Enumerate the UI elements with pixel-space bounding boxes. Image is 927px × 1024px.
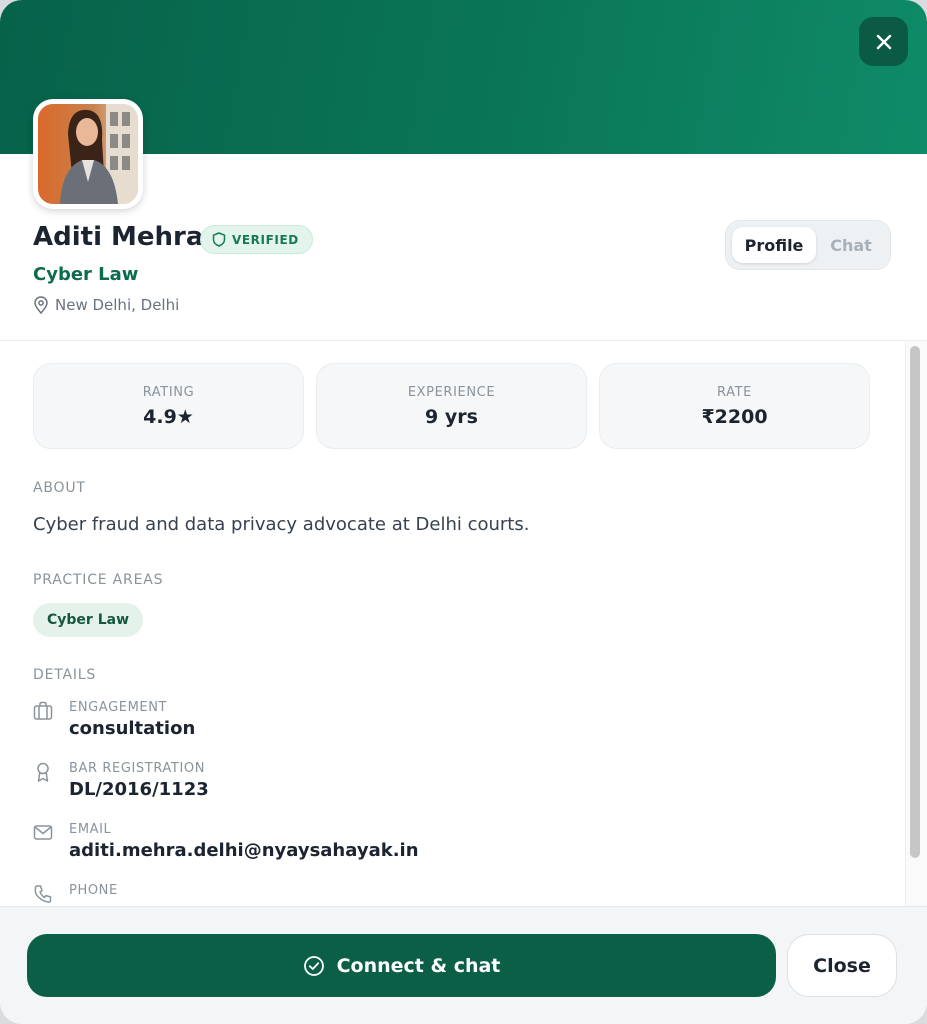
- detail-label: EMAIL: [69, 822, 112, 837]
- connect-label: Connect & chat: [336, 954, 501, 977]
- stat-rate: RATE ₹2200: [599, 363, 870, 449]
- practice-area-chip: Cyber Law: [33, 603, 143, 637]
- avatar-photo: [38, 104, 138, 204]
- email-link[interactable]: aditi.mehra.delhi@nyaysahayak.in: [69, 840, 419, 861]
- practice-areas-heading: PRACTICE AREAS: [33, 572, 164, 588]
- stats-row: RATING 4.9★ EXPERIENCE 9 yrs RATE ₹2200: [33, 363, 870, 449]
- location: New Delhi, Delhi: [33, 296, 179, 314]
- detail-label: PHONE: [69, 883, 118, 898]
- detail-engagement: ENGAGEMENT consultation: [33, 700, 195, 739]
- check-circle-icon: [303, 955, 324, 976]
- verified-label: VERIFIED: [232, 232, 299, 247]
- about-heading: ABOUT: [33, 480, 86, 496]
- stat-experience: EXPERIENCE 9 yrs: [316, 363, 587, 449]
- detail-label: BAR REGISTRATION: [69, 761, 206, 776]
- avatar: [33, 99, 143, 209]
- stat-rating: RATING 4.9★: [33, 363, 304, 449]
- divider: [0, 340, 927, 341]
- stat-label: EXPERIENCE: [407, 384, 496, 400]
- mail-icon: [33, 825, 53, 840]
- stat-value: ₹2200: [701, 405, 768, 428]
- about-text: Cyber fraud and data privacy advocate at…: [33, 514, 530, 535]
- detail-value: DL/2016/1123: [69, 779, 209, 800]
- tab-profile[interactable]: Profile: [732, 227, 816, 263]
- verified-badge: VERIFIED: [200, 225, 313, 254]
- close-icon-button[interactable]: [859, 17, 908, 66]
- connect-and-chat-button[interactable]: Connect & chat: [27, 934, 776, 997]
- detail-bar-registration: BAR REGISTRATION DL/2016/1123: [33, 761, 209, 800]
- location-text: New Delhi, Delhi: [55, 296, 180, 314]
- close-icon: [876, 34, 891, 49]
- map-pin-icon: [34, 296, 48, 314]
- details-heading: DETAILS: [33, 667, 97, 683]
- lawyer-profile-modal: Aditi Mehra VERIFIED Cyber Law New Delhi…: [0, 0, 927, 1024]
- detail-value: consultation: [69, 718, 196, 739]
- stat-label: RATING: [142, 384, 195, 400]
- detail-label: ENGAGEMENT: [69, 700, 168, 715]
- view-tabs: Profile Chat: [725, 220, 891, 270]
- lawyer-name: Aditi Mehra: [33, 222, 204, 252]
- close-button[interactable]: Close: [787, 934, 897, 997]
- shield-icon: [212, 232, 226, 247]
- detail-email: EMAIL aditi.mehra.delhi@nyaysahayak.in: [33, 822, 419, 861]
- scrollbar-thumb[interactable]: [910, 346, 920, 858]
- stat-value: 9 yrs: [425, 405, 478, 428]
- stat-label: RATE: [717, 384, 752, 400]
- stat-value: 4.9★: [143, 405, 194, 428]
- detail-phone: PHONE: [33, 883, 118, 905]
- tab-chat[interactable]: Chat: [816, 227, 886, 263]
- specialty: Cyber Law: [33, 264, 139, 285]
- award-icon: [37, 762, 49, 782]
- briefcase-icon: [33, 701, 53, 720]
- phone-icon: [34, 885, 52, 903]
